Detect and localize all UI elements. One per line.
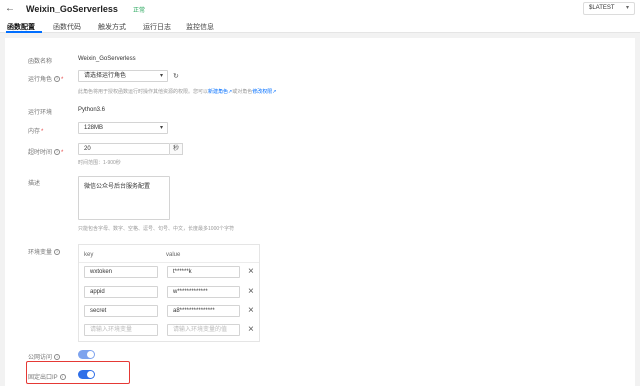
timeout-unit: 秒 — [170, 143, 183, 155]
role-select[interactable]: 请选择运行角色 ▾ — [78, 70, 168, 82]
env-value-input[interactable]: t******k — [167, 266, 240, 278]
env-col-value: value — [166, 252, 181, 258]
env-key-input[interactable]: wxtoken — [84, 266, 158, 278]
timeout-input[interactable]: 20 — [78, 143, 170, 155]
divider — [79, 262, 259, 263]
status-badge: 正常 — [133, 8, 146, 14]
env-value-input[interactable]: a8*************** — [167, 305, 240, 317]
memory-select[interactable]: 128MB ▾ — [78, 122, 168, 134]
env-key-input[interactable]: secret — [84, 305, 158, 317]
close-icon[interactable]: × — [248, 325, 254, 335]
memory-label-text: 内存 — [28, 129, 41, 135]
role-label: 运行角色? * — [28, 74, 63, 83]
help-icon[interactable]: ? — [54, 76, 61, 83]
runtime-value: Python3.6 — [78, 107, 106, 113]
version-select[interactable]: $LATEST ▾ — [583, 2, 635, 15]
description-hint: 只能包含字母、数字、空格、逗号、句号、中文，长度最多1000个字符 — [78, 226, 235, 232]
toggle-knob — [87, 351, 94, 358]
role-select-value: 请选择运行角色 — [84, 73, 127, 79]
chevron-down-icon: ▾ — [159, 73, 163, 79]
timeout-label: 超时时间? * — [28, 147, 63, 156]
public-access-toggle[interactable] — [78, 350, 95, 359]
tab-bar: 函数配置 函数代码 触发方式 运行日志 监控信息 — [0, 21, 640, 33]
required-mark: * — [61, 77, 64, 83]
role-label-text: 运行角色 — [28, 77, 53, 83]
env-label-text: 环境变量 — [28, 250, 53, 256]
timeout-label-text: 超时时间 — [28, 150, 53, 156]
page-title: Weixin_GoServerless — [26, 4, 118, 14]
new-role-link[interactable]: 新建角色 — [208, 89, 228, 95]
env-col-key: key — [84, 252, 94, 258]
function-name-value: Weixin_GoServerless — [78, 56, 136, 62]
help-icon[interactable]: ? — [54, 149, 61, 156]
chevron-down-icon: ▾ — [625, 5, 629, 11]
memory-select-value: 128MB — [84, 125, 104, 131]
env-key-input[interactable]: appid — [84, 286, 158, 298]
tab-run-log[interactable]: 运行日志 — [143, 22, 171, 32]
function-name-label: 函数名称 — [28, 59, 53, 65]
env-key-input-empty[interactable]: 请输入环境变量 — [84, 324, 158, 336]
external-link-icon: ↗ — [272, 89, 277, 95]
description-textarea[interactable]: 微信公众号后台服务配置 — [78, 176, 170, 220]
arrow-left-icon[interactable]: ← — [4, 3, 16, 15]
required-mark: * — [41, 129, 44, 135]
memory-label: 内存* — [28, 126, 43, 135]
env-label: 环境变量? — [28, 247, 61, 256]
description-label: 描述 — [28, 181, 41, 187]
help-icon[interactable]: ? — [54, 249, 61, 256]
refresh-icon[interactable]: ↻ — [173, 72, 179, 80]
public-access-label: 公网访问 i — [28, 352, 61, 361]
close-icon[interactable]: × — [248, 287, 254, 297]
close-icon[interactable]: × — [248, 306, 254, 316]
tab-monitoring[interactable]: 监控信息 — [186, 22, 214, 32]
version-select-value: $LATEST — [589, 5, 615, 11]
modify-permission-link[interactable]: 修改权限 — [252, 89, 272, 95]
role-hint: 此角色将用于授权函数运行时操作其他资源的权限。您可以新建角色↗或对角色修改权限↗ — [78, 88, 276, 95]
close-icon[interactable]: × — [248, 267, 254, 277]
required-mark: * — [61, 150, 64, 156]
chevron-down-icon: ▾ — [159, 125, 163, 131]
highlight-box — [26, 361, 130, 384]
tab-function-code[interactable]: 函数代码 — [53, 22, 81, 32]
env-value-input[interactable]: w************* — [167, 286, 240, 298]
role-hint-mid: 或对角色 — [232, 89, 253, 95]
role-hint-text: 此角色将用于授权函数运行时操作其他资源的权限。您可以 — [78, 89, 209, 95]
tab-trigger[interactable]: 触发方式 — [98, 22, 126, 32]
info-icon[interactable]: i — [54, 354, 61, 361]
runtime-label: 运行环境 — [28, 110, 53, 116]
timeout-hint: 时间范围：1-900秒 — [78, 160, 121, 166]
env-value-input-empty[interactable]: 请输入环境变量的值 — [167, 324, 240, 336]
